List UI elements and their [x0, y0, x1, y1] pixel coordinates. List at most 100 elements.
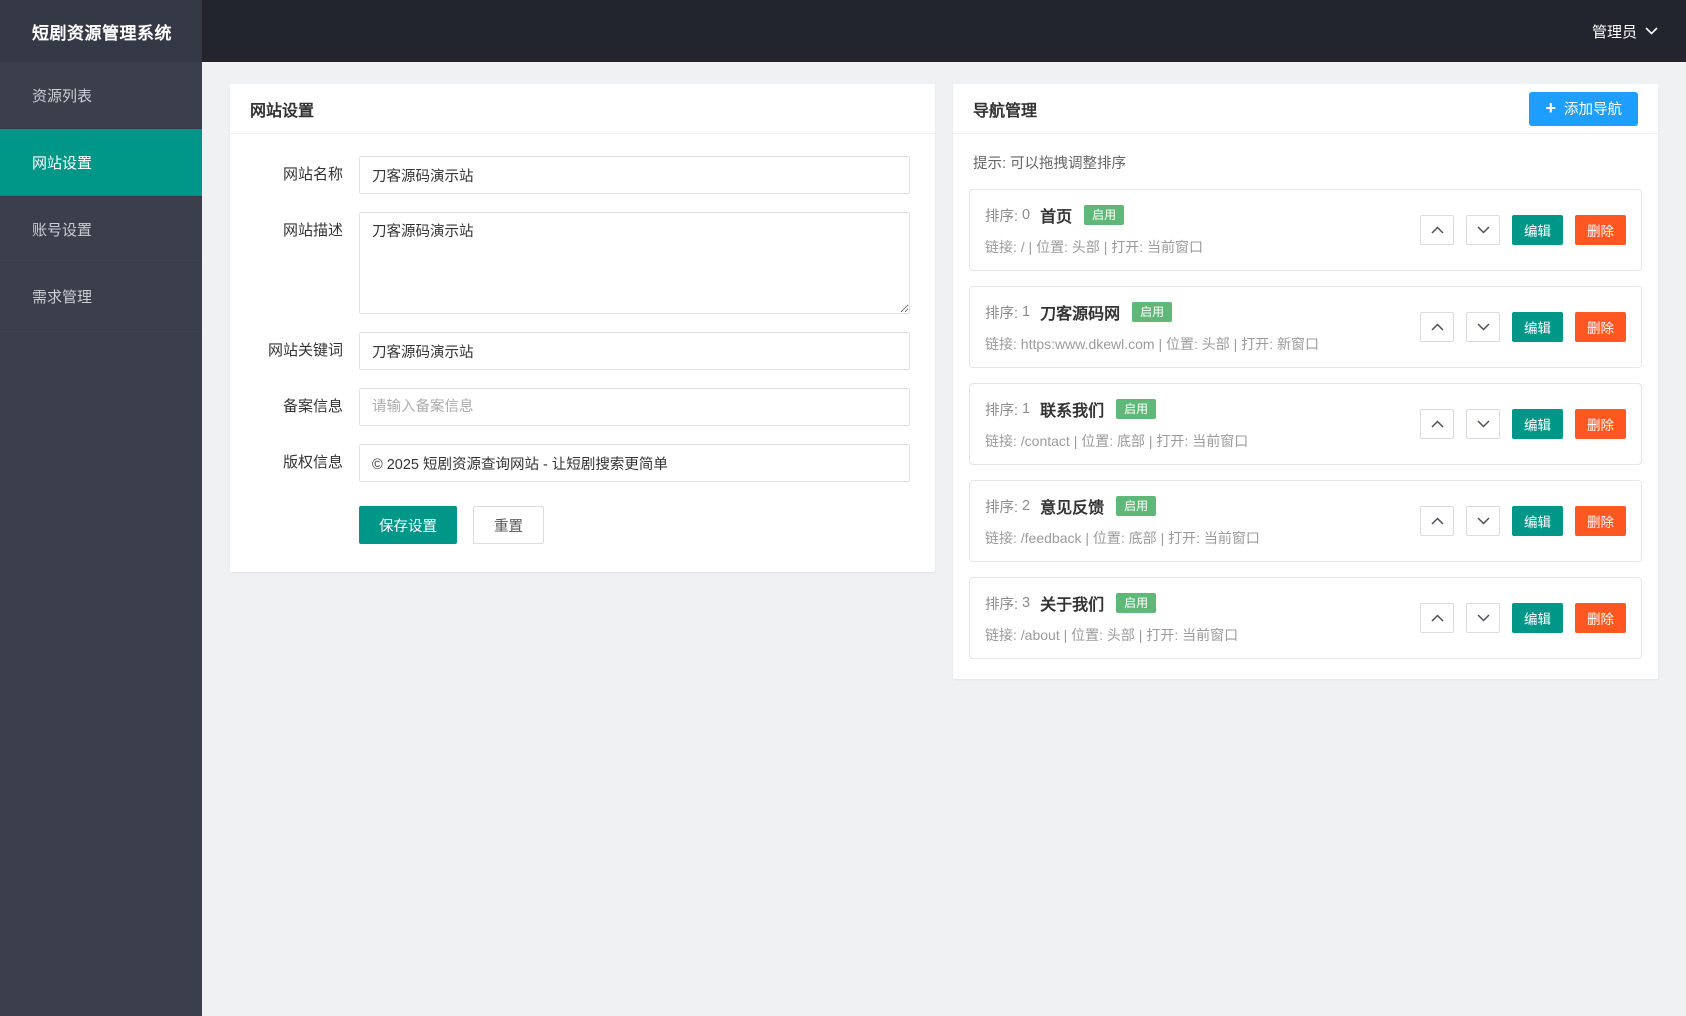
- nav-item-meta: 链接: /contact | 位置: 底部 | 打开: 当前窗口: [985, 433, 1249, 449]
- icp-info-input[interactable]: [359, 388, 910, 426]
- form-row: 备案信息: [255, 388, 910, 426]
- form-row: 网站名称: [255, 156, 910, 194]
- nav-item-row[interactable]: 排序: 0 首页 启用 链接: / | 位置: 头部 | 打开: 当前窗口 编辑…: [969, 189, 1642, 271]
- app-title: 短剧资源管理系统: [32, 23, 172, 43]
- form-row: 版权信息: [255, 444, 910, 482]
- sort-prefix-label: 排序:: [985, 596, 1019, 613]
- nav-item-row[interactable]: 排序: 1 联系我们 启用 链接: /contact | 位置: 底部 | 打开…: [969, 383, 1642, 465]
- move-down-button[interactable]: [1466, 215, 1500, 245]
- sidebar-item-label: 需求管理: [32, 288, 93, 306]
- sidebar-item-0[interactable]: 资源列表: [0, 62, 202, 129]
- add-nav-button[interactable]: + 添加导航: [1529, 91, 1638, 126]
- delete-button[interactable]: 删除: [1575, 409, 1626, 439]
- plus-icon: +: [1545, 97, 1556, 118]
- nav-list: 排序: 0 首页 启用 链接: / | 位置: 头部 | 打开: 当前窗口 编辑…: [969, 189, 1642, 659]
- site-settings-form: 网站名称 网站描述 刀客源码演示站 网站关键词 备案信息 版权信息: [255, 156, 910, 482]
- form-row: 网站关键词: [255, 332, 910, 370]
- move-down-button[interactable]: [1466, 506, 1500, 536]
- field-label: 备案信息: [282, 398, 343, 415]
- copyright-info-input[interactable]: [359, 444, 910, 482]
- sort-value: 1: [1022, 304, 1031, 320]
- status-badge: 启用: [1116, 399, 1157, 419]
- field-label: 网站描述: [282, 222, 343, 239]
- nav-item-name: 意见反馈: [1040, 500, 1105, 517]
- move-up-button[interactable]: [1420, 506, 1454, 536]
- move-up-button[interactable]: [1420, 409, 1454, 439]
- sort-value: 3: [1022, 595, 1031, 611]
- nav-item-info: 排序: 0 首页 启用 链接: / | 位置: 头部 | 打开: 当前窗口: [985, 203, 1203, 257]
- nav-manage-card-header: 导航管理 + 添加导航: [953, 84, 1658, 134]
- sort-prefix-label: 排序:: [985, 208, 1019, 225]
- move-up-button[interactable]: [1420, 603, 1454, 633]
- delete-button[interactable]: 删除: [1575, 603, 1626, 633]
- site-settings-title: 网站设置: [250, 102, 315, 120]
- site-desc-textarea[interactable]: 刀客源码演示站: [359, 212, 910, 314]
- move-down-button[interactable]: [1466, 409, 1500, 439]
- user-name: 管理员: [1591, 23, 1637, 41]
- chevron-up-icon: [1430, 226, 1444, 234]
- delete-button[interactable]: 删除: [1575, 506, 1626, 536]
- user-menu[interactable]: 管理员: [1592, 21, 1658, 42]
- move-down-button[interactable]: [1466, 603, 1500, 633]
- top-bar: 管理员: [202, 0, 1686, 62]
- nav-item-meta: 链接: /feedback | 位置: 底部 | 打开: 当前窗口: [985, 530, 1260, 546]
- app-logo: 短剧资源管理系统: [0, 0, 202, 62]
- save-settings-button[interactable]: 保存设置: [359, 506, 457, 544]
- site-keywords-input[interactable]: [359, 332, 910, 370]
- sort-value: 1: [1022, 401, 1031, 417]
- field-label: 网站名称: [282, 166, 343, 183]
- chevron-down-icon: [1476, 517, 1490, 525]
- nav-item-name: 首页: [1040, 209, 1073, 226]
- field-label: 版权信息: [282, 454, 343, 471]
- sidebar: 资源列表 网站设置 账号设置 需求管理: [0, 62, 202, 1016]
- nav-item-name: 联系我们: [1040, 403, 1105, 420]
- add-nav-label: 添加导航: [1564, 102, 1622, 118]
- sidebar-item-1[interactable]: 网站设置: [0, 129, 202, 196]
- edit-button[interactable]: 编辑: [1512, 312, 1563, 342]
- sort-value: 2: [1022, 498, 1031, 514]
- drag-hint: 提示: 可以拖拽调整排序: [973, 156, 1127, 172]
- nav-item-meta: 链接: / | 位置: 头部 | 打开: 当前窗口: [985, 239, 1204, 255]
- move-down-button[interactable]: [1466, 312, 1500, 342]
- delete-button[interactable]: 删除: [1575, 215, 1626, 245]
- sidebar-item-label: 资源列表: [32, 87, 93, 105]
- status-badge: 启用: [1116, 593, 1157, 613]
- chevron-down-icon: [1476, 226, 1490, 234]
- delete-button[interactable]: 删除: [1575, 312, 1626, 342]
- sort-prefix-label: 排序:: [985, 499, 1019, 516]
- chevron-down-icon: [1476, 614, 1490, 622]
- nav-manage-title: 导航管理: [973, 102, 1038, 120]
- field-label: 网站关键词: [267, 342, 343, 359]
- sidebar-item-2[interactable]: 账号设置: [0, 196, 202, 263]
- nav-item-info: 排序: 2 意见反馈 启用 链接: /feedback | 位置: 底部 | 打…: [985, 494, 1260, 548]
- sort-prefix-label: 排序:: [985, 402, 1019, 419]
- nav-item-info: 排序: 1 刀客源码网 启用 链接: https:www.dkewl.com |…: [985, 300, 1319, 354]
- status-badge: 启用: [1132, 302, 1173, 322]
- sort-value: 0: [1022, 207, 1031, 223]
- edit-button[interactable]: 编辑: [1512, 215, 1563, 245]
- nav-item-row[interactable]: 排序: 2 意见反馈 启用 链接: /feedback | 位置: 底部 | 打…: [969, 480, 1642, 562]
- site-settings-card-header: 网站设置: [230, 84, 935, 134]
- sidebar-item-3[interactable]: 需求管理: [0, 263, 202, 330]
- nav-item-name: 刀客源码网: [1040, 306, 1121, 323]
- form-row: 网站描述 刀客源码演示站: [255, 212, 910, 314]
- chevron-up-icon: [1430, 420, 1444, 428]
- chevron-down-icon: [1476, 420, 1490, 428]
- edit-button[interactable]: 编辑: [1512, 603, 1563, 633]
- sidebar-item-label: 账号设置: [32, 221, 93, 239]
- move-up-button[interactable]: [1420, 215, 1454, 245]
- site-name-input[interactable]: [359, 156, 910, 194]
- status-badge: 启用: [1084, 205, 1125, 225]
- nav-item-meta: 链接: https:www.dkewl.com | 位置: 头部 | 打开: 新…: [985, 336, 1319, 352]
- sidebar-item-label: 网站设置: [32, 154, 93, 172]
- edit-button[interactable]: 编辑: [1512, 409, 1563, 439]
- nav-item-row[interactable]: 排序: 3 关于我们 启用 链接: /about | 位置: 头部 | 打开: …: [969, 577, 1642, 659]
- reset-button[interactable]: 重置: [473, 506, 544, 544]
- edit-button[interactable]: 编辑: [1512, 506, 1563, 536]
- chevron-down-icon: [1476, 323, 1490, 331]
- move-up-button[interactable]: [1420, 312, 1454, 342]
- chevron-down-icon: [1645, 27, 1658, 35]
- nav-item-row[interactable]: 排序: 1 刀客源码网 启用 链接: https:www.dkewl.com |…: [969, 286, 1642, 368]
- nav-item-meta: 链接: /about | 位置: 头部 | 打开: 当前窗口: [985, 627, 1239, 643]
- chevron-up-icon: [1430, 517, 1444, 525]
